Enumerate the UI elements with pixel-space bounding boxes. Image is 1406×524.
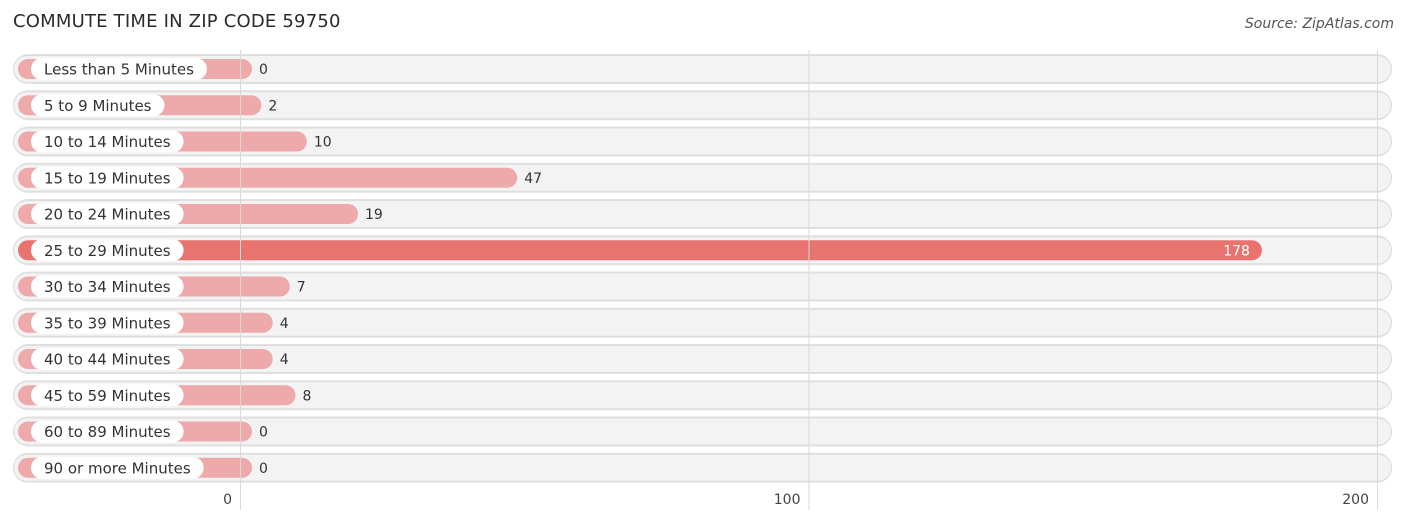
bar-group: 15 to 19 Minutes 47 bbox=[18, 166, 542, 189]
bar-group: 25 to 29 Minutes 178 bbox=[18, 239, 1262, 262]
bar-group: 30 to 34 Minutes 7 bbox=[18, 275, 306, 298]
value-label: 2 bbox=[268, 98, 277, 114]
category-label: 5 to 9 Minutes bbox=[44, 97, 152, 115]
value-label: 47 bbox=[524, 171, 542, 187]
value-label: 10 bbox=[314, 135, 332, 151]
x-tick-label: 100 bbox=[774, 492, 801, 508]
value-label: 0 bbox=[259, 461, 268, 477]
bar-group: 10 to 14 Minutes 10 bbox=[18, 130, 332, 153]
bar[interactable] bbox=[18, 240, 1262, 261]
category-label: 10 to 14 Minutes bbox=[44, 133, 171, 151]
value-label: 4 bbox=[280, 316, 289, 332]
value-label: 0 bbox=[259, 425, 268, 441]
bar-group: Less than 5 Minutes 0 bbox=[18, 58, 268, 80]
category-label: 60 to 89 Minutes bbox=[44, 423, 171, 441]
bar-rows: Less than 5 Minutes 0 5 to 9 Minutes 2 10 to… bbox=[13, 54, 1392, 483]
x-tick-label: 200 bbox=[1342, 492, 1369, 508]
bar-group: 5 to 9 Minutes 2 bbox=[18, 94, 277, 117]
value-label: 19 bbox=[365, 207, 383, 223]
category-label: 15 to 19 Minutes bbox=[44, 169, 171, 187]
value-label: 7 bbox=[297, 280, 306, 296]
bar-chart: Less than 5 Minutes 0 5 to 9 Minutes 2 10 to… bbox=[13, 50, 1392, 510]
value-label: 178 bbox=[1223, 243, 1250, 259]
category-label: 90 or more Minutes bbox=[44, 459, 191, 477]
bar-group: 90 or more Minutes 0 bbox=[18, 456, 268, 479]
value-label: 8 bbox=[302, 388, 311, 404]
bar-group: 60 to 89 Minutes 0 bbox=[18, 420, 268, 443]
category-label: 30 to 34 Minutes bbox=[44, 278, 171, 296]
bar-group: 20 to 24 Minutes 19 bbox=[18, 203, 383, 225]
category-label: 45 to 59 Minutes bbox=[44, 387, 171, 405]
category-label: Less than 5 Minutes bbox=[44, 61, 194, 79]
bar-group: 45 to 59 Minutes 8 bbox=[18, 384, 311, 407]
x-tick-label: 0 bbox=[223, 492, 232, 508]
category-label: 35 to 39 Minutes bbox=[44, 314, 171, 332]
bar-group: 40 to 44 Minutes 4 bbox=[18, 348, 289, 370]
value-label: 4 bbox=[280, 352, 289, 368]
category-label: 40 to 44 Minutes bbox=[44, 351, 171, 369]
x-axis-ticks: 0 100 200 bbox=[223, 492, 1369, 508]
value-label: 0 bbox=[259, 62, 268, 78]
bar-group: 35 to 39 Minutes 4 bbox=[18, 311, 289, 334]
category-label: 25 to 29 Minutes bbox=[44, 242, 171, 260]
category-label: 20 to 24 Minutes bbox=[44, 206, 171, 224]
